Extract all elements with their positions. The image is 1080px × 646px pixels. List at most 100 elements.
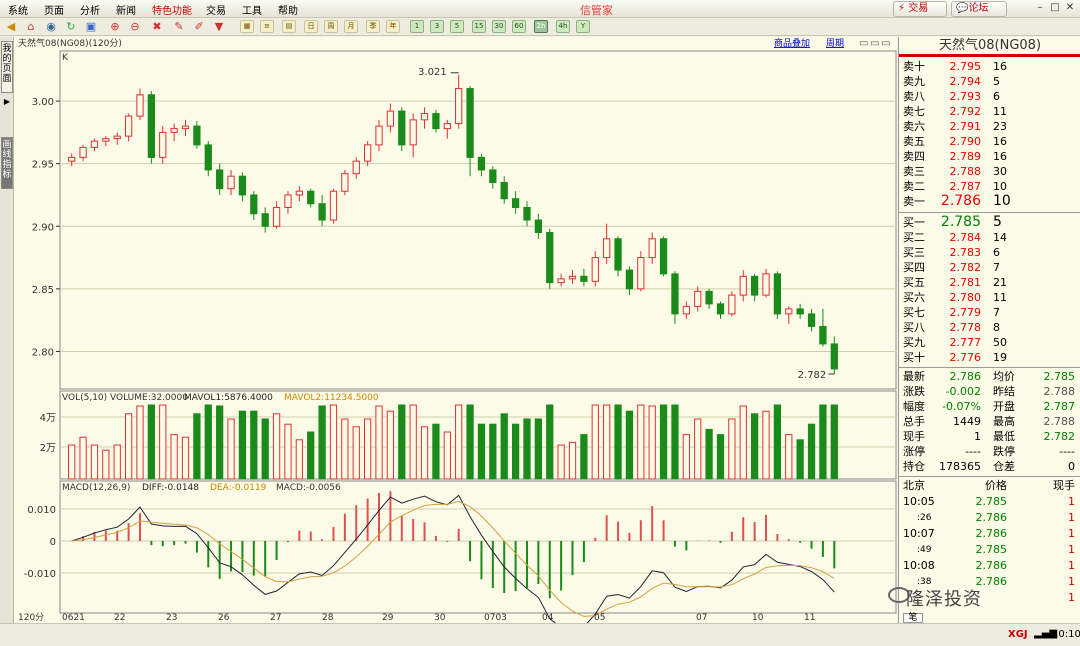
ask-row[interactable]: 卖一 2.786 10 [899,194,1080,209]
volume-bar [466,404,474,480]
volume-tick-label: 2万 [40,443,56,454]
period-60-button[interactable]: 60 [512,20,526,33]
year-icon[interactable]: 年 [386,20,400,33]
period-y-button[interactable]: Y [576,20,590,33]
bid-row[interactable]: 买四 2.782 7 [899,260,1080,275]
overlay-link[interactable]: 商品叠加 [774,37,810,49]
menu-features[interactable]: 特色功能 [152,2,192,17]
ask-row[interactable]: 卖九 2.794 5 [899,74,1080,89]
date-tick-label: 27 [270,613,281,623]
close-chart-icon[interactable]: ✖ [150,20,164,33]
menu-system[interactable]: 系统 [8,2,28,17]
cycle-link[interactable]: 周期 [826,38,844,49]
bid-row[interactable]: 买二 2.784 14 [899,230,1080,245]
chart-control-icon: ▭ [859,38,868,49]
order-label: 卖九 [903,75,925,88]
menu-tools[interactable]: 工具 [242,2,262,17]
grid-icon[interactable]: ▦ [240,20,254,33]
order-price: 2.779 [949,306,982,319]
candle [352,160,360,175]
chevron-right-icon[interactable]: ▶ [1,95,13,106]
menu-news[interactable]: 新闻 [116,2,136,17]
period-15-button[interactable]: 15 [472,20,486,33]
ask-row[interactable]: 卖六 2.791 23 [899,119,1080,134]
tick-row: :49 2.785 1 [899,542,1080,558]
calendar-icon[interactable]: 日 [304,20,318,33]
kline-chart[interactable]: 天然气08(NG08)(120分)K商品叠加 周期 ▭ ▭ ▭3.002.952.902… [14,37,897,623]
bar-icon[interactable]: 季 [366,20,380,33]
tab-my-page[interactable]: 我的页面 [1,41,13,93]
ask-row[interactable]: 卖二 2.787 10 [899,179,1080,194]
stat-value: -0.002 [945,385,981,398]
month-icon[interactable]: 月 [344,20,358,33]
macd-header: MACD(12,26,9) [62,483,130,493]
bid-row[interactable]: 买十 2.776 19 [899,350,1080,365]
ask-row[interactable]: 卖四 2.789 16 [899,149,1080,164]
menu-page[interactable]: 页面 [44,2,64,17]
chart-area[interactable]: 天然气08(NG08)(120分) K 商品叠加 周期 ▭ ▭ ▭ 3.00 2.95 2.90 2… [14,37,897,623]
maximize-icon[interactable]: □ [1049,2,1061,14]
ask-row[interactable]: 卖十 2.795 16 [899,59,1080,74]
bid-row[interactable]: 买七 2.779 7 [899,305,1080,320]
zoom-in-icon[interactable]: ⊕ [108,20,122,33]
menu-analysis[interactable]: 分析 [80,2,100,17]
ask-row[interactable]: 卖八 2.793 6 [899,89,1080,104]
menu-trade[interactable]: 交易 [206,2,226,17]
period-1-button[interactable]: 1 [410,20,424,33]
window-icon[interactable]: ▣ [84,20,98,33]
home-icon[interactable]: ⌂ [24,20,38,33]
menu-help[interactable]: 帮助 [278,2,298,17]
stat-label: 幅度 [903,400,925,413]
order-price: 2.790 [949,135,982,148]
paint-icon[interactable]: ✐ [192,20,206,33]
list-icon[interactable]: ≡ [260,20,274,33]
volume-bar [739,405,747,480]
minimize-icon[interactable]: – [1034,2,1046,14]
candle [500,181,508,200]
bid-row[interactable]: 买六 2.780 11 [899,290,1080,305]
arrow-left-icon[interactable]: ◀ [4,20,18,33]
quote-panel: 天然气08(NG08) 卖十 2.795 16 卖九 2.794 5 卖八 2.… [898,37,1080,623]
volume-bar [614,404,622,480]
order-price: 2.786 [940,193,981,209]
chart-icon[interactable]: ▤ [282,20,296,33]
ask-row[interactable]: 卖三 2.788 30 [899,164,1080,179]
ask-row[interactable]: 卖七 2.792 11 [899,104,1080,119]
candle [113,135,121,140]
pencil-icon[interactable]: ✎ [172,20,186,33]
close-icon[interactable]: ✕ [1064,2,1076,14]
globe-icon[interactable]: ◉ [44,20,58,33]
funnel-icon[interactable]: ▼ [212,20,226,33]
volume-bar [534,418,542,480]
bid-row[interactable]: 买五 2.781 21 [899,275,1080,290]
ask-row[interactable]: 卖五 2.790 16 [899,134,1080,149]
order-label: 卖三 [903,165,925,178]
chart-header-text: 天然气08(NG08)(120分) [18,37,122,49]
trade-button[interactable]: ⚡ 交易 [893,1,947,17]
period-2h-button[interactable]: 2h [534,20,548,33]
tick-time: 10:07 [903,527,935,540]
refresh-icon[interactable]: ↻ [64,20,78,33]
candle [762,273,770,296]
volume-bar [341,418,349,480]
period-4h-button[interactable]: 4h [556,20,570,33]
bid-row[interactable]: 买三 2.783 6 [899,245,1080,260]
zoom-out-icon[interactable]: ⊖ [128,20,142,33]
bid-row[interactable]: 买八 2.778 8 [899,320,1080,335]
period-5-button[interactable]: 5 [450,20,464,33]
tab-ticks[interactable]: 笔 [903,613,923,623]
stat-label-2: 昨结 [993,385,1015,398]
tab-drawing-indicators[interactable]: 画线指标 [1,137,13,189]
stat-value-2: 2.782 [1043,430,1076,443]
week-icon[interactable]: 周 [324,20,338,33]
stat-value-2: 2.787 [1043,400,1076,413]
stat-row: 最新 2.786 均价 2.785 [899,369,1080,384]
forum-button[interactable]: 💬论坛 [951,1,1007,17]
period-3-button[interactable]: 3 [430,20,444,33]
period-30-button[interactable]: 30 [492,20,506,33]
bid-row[interactable]: 买一 2.785 5 [899,215,1080,230]
candle [443,123,451,130]
tick-qty: 1 [1068,591,1075,604]
order-volume: 30 [993,165,1007,178]
bid-row[interactable]: 买九 2.777 50 [899,335,1080,350]
